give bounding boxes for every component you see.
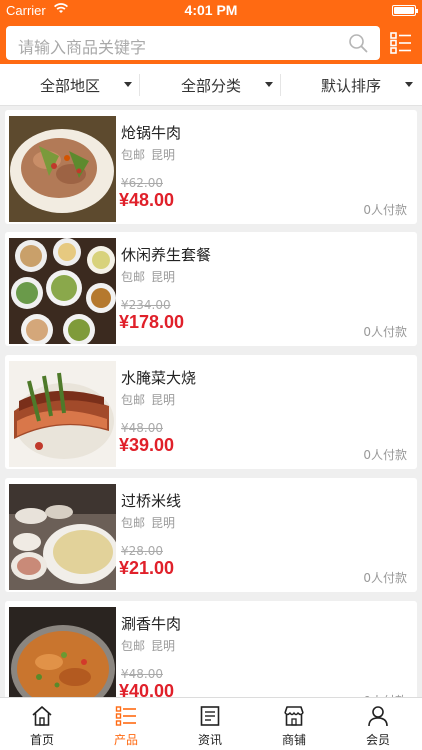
news-icon bbox=[200, 706, 220, 726]
product-image[interactable] bbox=[9, 116, 116, 222]
location-tag: 昆明 bbox=[151, 393, 176, 407]
home-icon bbox=[32, 706, 52, 726]
divider bbox=[139, 74, 140, 96]
search-icon[interactable] bbox=[348, 33, 368, 53]
search-input[interactable]: 请输入商品关键字 bbox=[6, 26, 380, 60]
product-title: 涮香牛肉 bbox=[121, 615, 182, 633]
chevron-down-icon bbox=[124, 82, 132, 87]
status-time: 4:01 PM bbox=[184, 2, 238, 18]
chevron-down-icon bbox=[405, 82, 413, 87]
user-icon bbox=[368, 706, 388, 727]
shipping-tag: 包邮 bbox=[121, 393, 146, 407]
tab-news-label: 资讯 bbox=[197, 733, 222, 747]
tab-news[interactable]: 资讯 bbox=[168, 698, 252, 750]
location-tag: 昆明 bbox=[151, 270, 176, 284]
product-card[interactable]: 水腌菜大烧 包邮 昆明 ¥48.00 ¥39.00 0人付款 bbox=[5, 355, 417, 469]
original-price: ¥234.00 bbox=[121, 298, 171, 312]
filter-sort[interactable]: 默认排序 bbox=[281, 64, 421, 106]
filter-sort-label: 默认排序 bbox=[321, 77, 382, 95]
tab-member[interactable]: 会员 bbox=[336, 698, 420, 750]
tab-member-label: 会员 bbox=[365, 733, 390, 747]
filter-bar: 全部地区 全部分类 默认排序 bbox=[0, 64, 422, 106]
filter-region-label: 全部地区 bbox=[40, 77, 101, 95]
product-image[interactable] bbox=[9, 484, 116, 590]
bottom-tab-bar: 首页 产品 资讯 商铺 会员 bbox=[0, 697, 422, 750]
payment-count: 0人付款 bbox=[363, 571, 407, 585]
filter-category-label: 全部分类 bbox=[181, 77, 242, 95]
location-tag: 昆明 bbox=[151, 148, 176, 162]
product-title: 炝锅牛肉 bbox=[121, 124, 182, 142]
product-title: 过桥米线 bbox=[121, 492, 182, 510]
shipping-tag: 包邮 bbox=[121, 639, 146, 653]
category-menu-icon[interactable] bbox=[390, 31, 412, 55]
battery-icon bbox=[392, 5, 418, 16]
status-bar: Carrier 4:01 PM bbox=[0, 0, 422, 20]
tab-shop-label: 商铺 bbox=[281, 733, 306, 747]
product-title: 休闲养生套餐 bbox=[121, 246, 212, 264]
product-tags: 包邮 昆明 bbox=[121, 146, 181, 163]
product-card[interactable]: 休闲养生套餐 包邮 昆明 ¥234.00 ¥178.00 0人付款 bbox=[5, 232, 417, 346]
filter-category[interactable]: 全部分类 bbox=[141, 64, 281, 106]
product-tags: 包邮 昆明 bbox=[121, 391, 181, 408]
product-tags: 包邮 昆明 bbox=[121, 268, 181, 285]
shipping-tag: 包邮 bbox=[121, 148, 146, 162]
filter-region[interactable]: 全部地区 bbox=[0, 64, 140, 106]
tab-shop[interactable]: 商铺 bbox=[252, 698, 336, 750]
shop-icon bbox=[284, 706, 304, 726]
list-icon bbox=[115, 706, 136, 726]
location-tag: 昆明 bbox=[151, 516, 176, 530]
sale-price: ¥39.00 bbox=[119, 435, 175, 455]
payment-count: 0人付款 bbox=[363, 325, 407, 339]
chevron-down-icon bbox=[265, 82, 273, 87]
sale-price: ¥21.00 bbox=[119, 558, 175, 578]
product-image[interactable] bbox=[9, 361, 116, 467]
original-price: ¥28.00 bbox=[121, 544, 163, 558]
payment-count: 0人付款 bbox=[363, 448, 407, 462]
product-title: 水腌菜大烧 bbox=[121, 369, 197, 387]
sale-price: ¥48.00 bbox=[119, 190, 175, 210]
product-card[interactable]: 过桥米线 包邮 昆明 ¥28.00 ¥21.00 0人付款 bbox=[5, 478, 417, 592]
original-price: ¥48.00 bbox=[121, 421, 163, 435]
original-price: ¥62.00 bbox=[121, 176, 163, 190]
sale-price: ¥178.00 bbox=[119, 312, 185, 332]
original-price: ¥48.00 bbox=[121, 667, 163, 681]
tab-home-label: 首页 bbox=[29, 733, 54, 747]
product-tags: 包邮 昆明 bbox=[121, 637, 181, 654]
product-tags: 包邮 昆明 bbox=[121, 514, 181, 531]
search-placeholder: 请输入商品关键字 bbox=[18, 38, 147, 57]
tab-products[interactable]: 产品 bbox=[84, 698, 168, 750]
product-image[interactable] bbox=[9, 238, 116, 344]
product-card[interactable]: 炝锅牛肉 包邮 昆明 ¥62.00 ¥48.00 0人付款 bbox=[5, 110, 417, 224]
location-tag: 昆明 bbox=[151, 639, 176, 653]
payment-count: 0人付款 bbox=[363, 203, 407, 217]
shipping-tag: 包邮 bbox=[121, 516, 146, 530]
header-bar: Carrier 4:01 PM 请输入商品关键字 bbox=[0, 0, 422, 64]
tab-home[interactable]: 首页 bbox=[0, 698, 84, 750]
tab-products-label: 产品 bbox=[113, 733, 138, 747]
shipping-tag: 包邮 bbox=[121, 270, 146, 284]
